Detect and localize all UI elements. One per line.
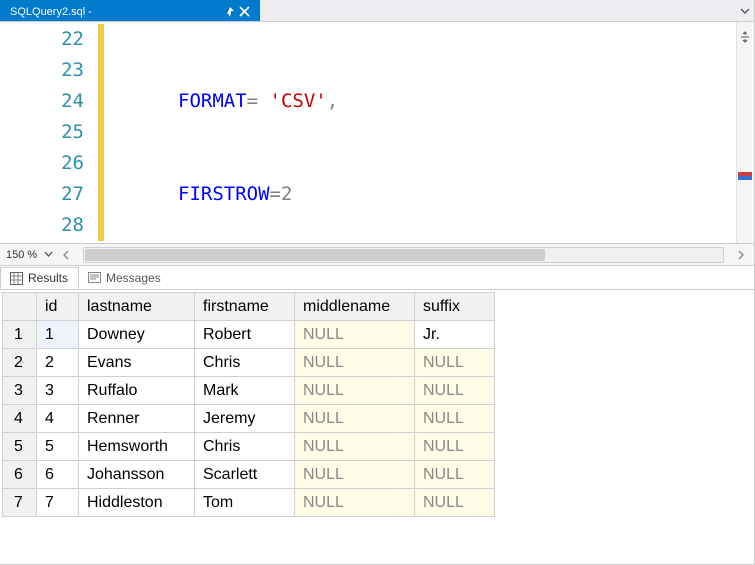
row-number-cell[interactable]: 1 (3, 321, 37, 349)
scroll-right-arrow-icon[interactable] (734, 248, 748, 262)
cell-middlename[interactable]: NULL (295, 433, 415, 461)
tab-label: Messages (106, 271, 161, 285)
cell-suffix[interactable]: NULL (415, 489, 495, 517)
results-grid-icon (9, 271, 23, 285)
code-token: , (327, 90, 338, 112)
cell-id[interactable]: 5 (37, 433, 79, 461)
cell-middlename[interactable]: NULL (295, 321, 415, 349)
code-token: FIRSTROW (178, 183, 270, 205)
split-view-icon[interactable] (738, 30, 752, 44)
line-number: 24 (0, 86, 84, 117)
zoom-dropdown-icon[interactable] (41, 248, 55, 262)
line-number: 27 (0, 179, 84, 210)
column-header-id[interactable]: id (37, 293, 79, 321)
table-row[interactable]: 77HiddlestonTomNULLNULL (3, 489, 495, 517)
cell-lastname[interactable]: Evans (79, 349, 195, 377)
horizontal-scrollbar[interactable] (83, 247, 724, 263)
scrollbar-thumb[interactable] (85, 249, 545, 261)
tab-overflow-dropdown[interactable] (736, 0, 754, 21)
document-tab-active[interactable]: SQLQuery2.sql - (0, 0, 260, 21)
results-tab-strip: Results Messages (0, 266, 754, 290)
code-token: FORMAT (178, 90, 247, 112)
cell-suffix[interactable]: NULL (415, 349, 495, 377)
table-row[interactable]: 66JohanssonScarlettNULLNULL (3, 461, 495, 489)
table-row[interactable]: 44RennerJeremyNULLNULL (3, 405, 495, 433)
row-number-cell[interactable]: 2 (3, 349, 37, 377)
cell-firstname[interactable]: Chris (195, 433, 295, 461)
vertical-scrollbar[interactable] (736, 22, 754, 243)
cell-middlename[interactable]: NULL (295, 489, 415, 517)
cell-firstname[interactable]: Jeremy (195, 405, 295, 433)
cell-lastname[interactable]: Hemsworth (79, 433, 195, 461)
tab-label: Results (28, 271, 68, 285)
cell-suffix[interactable]: NULL (415, 377, 495, 405)
cell-firstname[interactable]: Tom (195, 489, 295, 517)
cell-suffix[interactable]: NULL (415, 405, 495, 433)
cell-id[interactable]: 4 (37, 405, 79, 433)
scroll-left-arrow-icon[interactable] (59, 248, 73, 262)
cell-lastname[interactable]: Hiddleston (79, 489, 195, 517)
cell-id[interactable]: 1 (37, 321, 79, 349)
column-header-firstname[interactable]: firstname (195, 293, 295, 321)
document-tab-title: SQLQuery2.sql - (10, 6, 92, 18)
close-icon[interactable] (239, 6, 250, 18)
zoom-level[interactable]: 150 % (6, 249, 37, 261)
overview-mark-caret (738, 176, 752, 180)
header-row: id lastname firstname middlename suffix (3, 293, 495, 321)
cell-firstname[interactable]: Chris (195, 349, 295, 377)
code-token: = (247, 90, 270, 112)
cell-lastname[interactable]: Johansson (79, 461, 195, 489)
corner-cell[interactable] (3, 293, 37, 321)
cell-lastname[interactable]: Ruffalo (79, 377, 195, 405)
column-header-suffix[interactable]: suffix (415, 293, 495, 321)
cell-middlename[interactable]: NULL (295, 461, 415, 489)
column-header-middlename[interactable]: middlename (295, 293, 415, 321)
cell-suffix[interactable]: NULL (415, 461, 495, 489)
cell-id[interactable]: 7 (37, 489, 79, 517)
cell-lastname[interactable]: Renner (79, 405, 195, 433)
results-table[interactable]: id lastname firstname middlename suffix … (2, 292, 495, 517)
code-area[interactable]: FORMAT= 'CSV', FIRSTROW=2 ) GO SELECT * … (104, 22, 754, 243)
cell-middlename[interactable]: NULL (295, 349, 415, 377)
editor-footer: 150 % (0, 244, 754, 266)
table-row[interactable]: 11DowneyRobertNULLJr. (3, 321, 495, 349)
cell-suffix[interactable]: Jr. (415, 321, 495, 349)
cell-id[interactable]: 6 (37, 461, 79, 489)
line-number: 22 (0, 24, 84, 55)
cell-id[interactable]: 3 (37, 377, 79, 405)
tab-messages[interactable]: Messages (79, 268, 172, 288)
row-number-cell[interactable]: 4 (3, 405, 37, 433)
cell-id[interactable]: 2 (37, 349, 79, 377)
cell-middlename[interactable]: NULL (295, 405, 415, 433)
cell-firstname[interactable]: Mark (195, 377, 295, 405)
row-number-cell[interactable]: 5 (3, 433, 37, 461)
cell-middlename[interactable]: NULL (295, 377, 415, 405)
line-number: 25 (0, 117, 84, 148)
cell-firstname[interactable]: Robert (195, 321, 295, 349)
line-number: 26 (0, 148, 84, 179)
results-grid[interactable]: id lastname firstname middlename suffix … (0, 292, 754, 517)
cell-firstname[interactable]: Scarlett (195, 461, 295, 489)
table-row[interactable]: 55HemsworthChrisNULLNULL (3, 433, 495, 461)
row-number-cell[interactable]: 7 (3, 489, 37, 517)
sql-editor[interactable]: 22 23 24 25 26 27 28 FORMAT= 'CSV', FIRS… (0, 22, 754, 244)
code-token: 'CSV' (270, 90, 327, 112)
document-tab-bar: SQLQuery2.sql - (0, 0, 754, 22)
cell-lastname[interactable]: Downey (79, 321, 195, 349)
table-row[interactable]: 33RuffaloMarkNULLNULL (3, 377, 495, 405)
tab-results[interactable]: Results (0, 267, 79, 289)
cell-suffix[interactable]: NULL (415, 433, 495, 461)
row-number-cell[interactable]: 6 (3, 461, 37, 489)
code-token: =2 (270, 183, 293, 205)
row-number-cell[interactable]: 3 (3, 377, 37, 405)
line-number: 23 (0, 55, 84, 86)
table-row[interactable]: 22EvansChrisNULLNULL (3, 349, 495, 377)
line-number-gutter: 22 23 24 25 26 27 28 (0, 22, 104, 243)
column-header-lastname[interactable]: lastname (79, 293, 195, 321)
messages-icon (87, 271, 101, 285)
line-number: 28 (0, 210, 84, 241)
pin-icon[interactable] (223, 6, 235, 18)
